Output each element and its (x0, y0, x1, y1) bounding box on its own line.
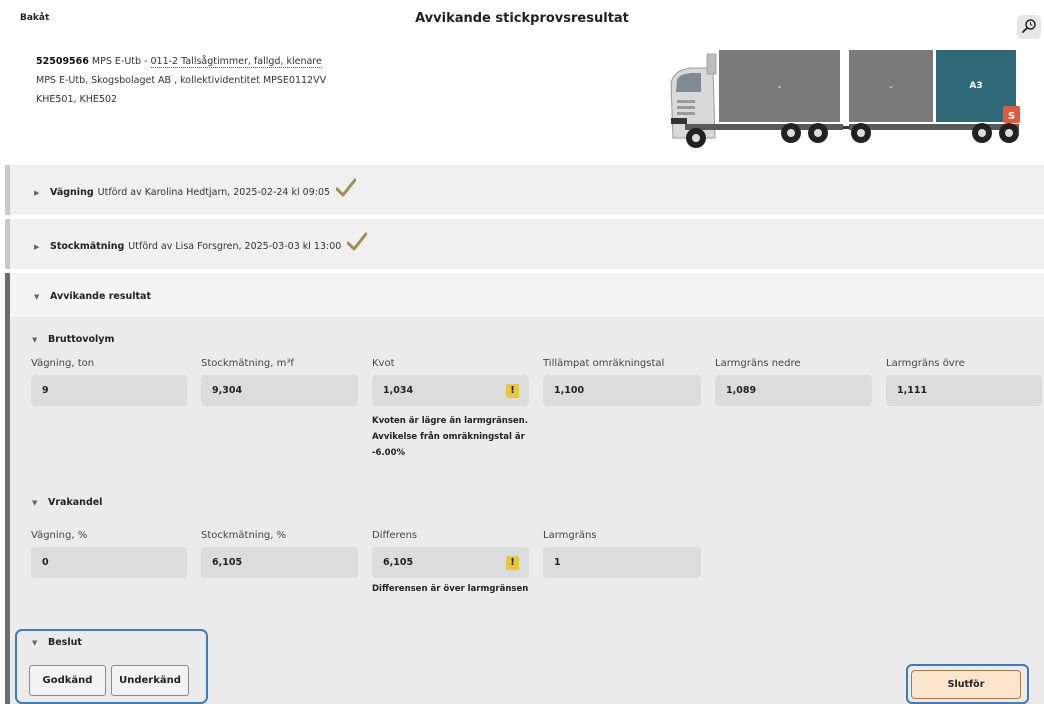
compartment-label-2: - (889, 82, 893, 93)
info-prefix: MPS E-Utb - (88, 56, 151, 67)
stockmatning-row[interactable]: ▶ Stockmätning Utförd av Lisa Forsgren, … (5, 219, 1044, 269)
field-larmgrans-nedre: 1,089 (715, 375, 872, 406)
field-kvot: 1,034 ! (372, 375, 529, 406)
collapse-triangle-icon: ▼ (32, 335, 38, 344)
field-label-omrakningstal: Tillämpat omräkningstal (543, 358, 665, 369)
vagning-status-text: Utförd av Karolina Hedtjarn, 2025-02-24 … (97, 187, 331, 198)
bruttovolym-header[interactable]: ▼ Bruttovolym (32, 334, 114, 345)
load-compartment-1[interactable]: - (719, 50, 840, 122)
vrakandel-header[interactable]: ▼ Vrakandel (32, 497, 102, 508)
vrakandel-title: Vrakandel (48, 497, 103, 508)
kvot-note-line-1: Kvoten är lägre än larmgränsen. (372, 416, 528, 426)
checkmark-icon (335, 178, 357, 201)
expand-triangle-icon: ▶ (34, 188, 40, 197)
differens-warning-note: Differensen är över larmgränsen (372, 584, 529, 594)
compartment-label-1: - (778, 82, 782, 93)
field-stockmatning-m3f: 9,304 (201, 375, 358, 406)
search-history-button[interactable] (1017, 15, 1041, 39)
checkmark-icon (346, 232, 368, 255)
truck-illustration: - - A3 S (667, 48, 1032, 155)
collapse-triangle-icon: ▼ (32, 638, 38, 647)
field-vagning-procent: 0 (31, 547, 187, 578)
field-stockmatning-procent: 6,105 (201, 547, 358, 578)
field-label-larmgrans: Larmgräns (543, 530, 597, 541)
info-line-1: 52509566 MPS E-Utb - 011-2 Tallsågtimmer… (36, 52, 326, 71)
compartment-label-3: A3 (969, 81, 982, 91)
warning-icon: ! (506, 384, 519, 398)
assortment-link[interactable]: 011-2 Tallsågtimmer, fallgd, klenare (150, 56, 322, 68)
expand-triangle-icon: ▶ (34, 242, 40, 251)
page-title: Avvikande stickprovsresultat (415, 11, 629, 26)
vagning-title: Vägning (50, 187, 94, 198)
field-differens: 6,105 ! (372, 547, 529, 578)
vagning-row[interactable]: ▶ Vägning Utförd av Karolina Hedtjarn, 2… (5, 165, 1044, 215)
trailer-chassis (849, 124, 1019, 130)
load-compartment-2[interactable]: - (849, 50, 933, 122)
collapse-triangle-icon: ▼ (34, 292, 40, 301)
s-badge-label: S (1008, 111, 1015, 122)
field-omrakningstal: 1,100 (543, 375, 701, 406)
kvot-note-line-2: Avvikelse från omräkningstal är (372, 432, 525, 442)
field-label-vagning-procent: Vägning, % (31, 530, 88, 541)
reject-button[interactable]: Underkänd (111, 665, 189, 696)
kvot-warning-note: Kvoten är lägre än larmgränsen. Avvikels… (372, 413, 528, 461)
s-badge: S (1003, 106, 1020, 123)
collapse-triangle-icon: ▼ (32, 498, 38, 507)
bruttovolym-title: Bruttovolym (48, 334, 115, 345)
field-label-stockmatning-procent: Stockmätning, % (201, 530, 287, 541)
stockmatning-title: Stockmätning (50, 241, 125, 252)
avvikande-title: Avvikande resultat (50, 291, 151, 302)
beslut-title: Beslut (48, 637, 82, 648)
field-label-differens: Differens (372, 530, 418, 541)
field-label-vagning-ton: Vägning, ton (31, 358, 95, 369)
field-label-stockmatning-m3f: Stockmätning, m³f (201, 358, 294, 369)
finish-button[interactable]: Slutför (911, 670, 1021, 699)
field-label-kvot: Kvot (372, 358, 395, 369)
beslut-header[interactable]: ▼ Beslut (32, 637, 82, 648)
kvot-note-line-3: -6.00% (372, 448, 406, 458)
field-vagning-ton: 9 (31, 375, 187, 406)
magnifier-clock-icon (1021, 18, 1037, 37)
field-label-larmgrans-nedre: Larmgräns nedre (715, 358, 801, 369)
warning-icon: ! (506, 556, 519, 570)
field-label-larmgrans-ovre: Larmgräns övre (886, 358, 965, 369)
stock-title-line: ▶ Stockmätning Utförd av Lisa Forsgren, … (34, 232, 368, 255)
approve-button[interactable]: Godkänd (29, 665, 106, 696)
transport-id: 52509566 (36, 56, 89, 67)
transport-info: 52509566 MPS E-Utb - 011-2 Tallsågtimmer… (36, 52, 326, 109)
top-bar: Bakåt Avvikande stickprovsresultat (0, 0, 1044, 40)
field-larmgrans-ovre: 1,111 (886, 375, 1042, 406)
stockmatning-status-text: Utförd av Lisa Forsgren, 2025-03-03 kl 1… (128, 241, 342, 252)
info-line-2: MPS E-Utb, Skogsbolaget AB , kollektivid… (36, 75, 327, 86)
differens-value: 6,105 (383, 557, 414, 568)
field-larmgrans: 1 (543, 547, 701, 578)
avvikande-header[interactable]: ▼ Avvikande resultat (10, 273, 1044, 317)
info-line-3: KHE501, KHE502 (36, 94, 118, 105)
vagning-title-line: ▶ Vägning Utförd av Karolina Hedtjarn, 2… (34, 178, 357, 201)
kvot-value: 1,034 (383, 385, 414, 396)
